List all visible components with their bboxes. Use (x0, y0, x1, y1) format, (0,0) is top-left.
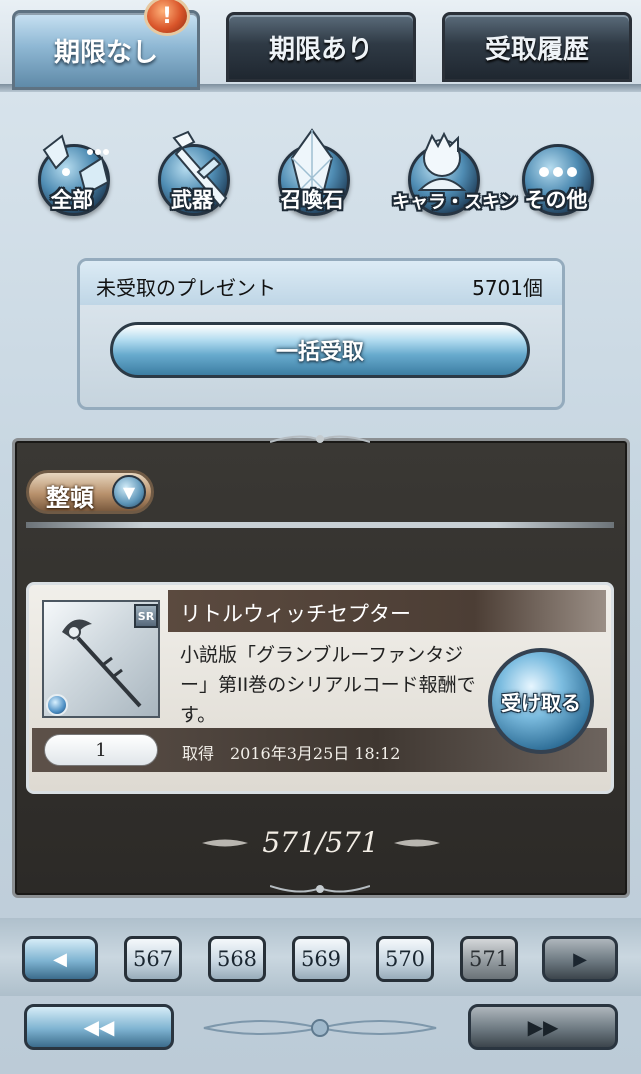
item-acquired-date: 取得 2016年3月25日 18:12 (182, 744, 401, 763)
page-567-button[interactable]: 567 (124, 936, 182, 982)
category-character-button[interactable]: キャラ・スキン (392, 128, 518, 228)
chevron-down-icon: ▼ (112, 475, 146, 509)
category-other-button[interactable]: その他 (506, 128, 606, 228)
page-568-button[interactable]: 568 (208, 936, 266, 982)
unclaimed-present-label: 未受取のプレゼント (96, 276, 276, 300)
category-all-button[interactable]: 全部 (22, 128, 122, 228)
page-571-button[interactable]: 571 (460, 936, 518, 982)
pagination-ornament (203, 1019, 437, 1037)
frame-ornament-top (270, 435, 370, 443)
category-summon-button[interactable]: 召喚石 (262, 128, 362, 228)
ornament-right (394, 839, 440, 847)
item-description: 小説版「グランブルーファンタジー」第II巻のシリアルコード報酬です。 (180, 644, 476, 726)
unclaimed-present-count: 5701個 (472, 276, 543, 300)
page-569-button[interactable]: 569 (292, 936, 350, 982)
tab-with-expiry[interactable]: 期限あり (226, 12, 416, 82)
element-icon (46, 694, 68, 716)
item-name: リトルウィッチセプター (180, 602, 411, 626)
frame-ornament-bottom (270, 885, 370, 893)
category-weapon-label: 武器 (171, 188, 213, 212)
category-all-label: 全部 (51, 188, 93, 212)
bulk-receive-button[interactable]: 一括受取 (110, 322, 530, 378)
page-570-button[interactable]: 570 (376, 936, 434, 982)
list-divider (26, 522, 614, 528)
tab-receive-history[interactable]: 受取履歴 (442, 12, 632, 82)
category-summon-label: 召喚石 (280, 188, 344, 212)
rarity-badge: SR (134, 604, 158, 628)
next-page-button[interactable]: ▶ (542, 936, 618, 982)
last-page-button[interactable]: ▶▶ (468, 1004, 618, 1050)
first-page-button[interactable]: ◀◀ (24, 1004, 174, 1050)
item-quantity: 1 (44, 734, 158, 766)
receive-button[interactable]: 受け取る (488, 648, 594, 754)
page-counter: 571/571 (262, 826, 379, 859)
prev-page-button[interactable]: ◀ (22, 936, 98, 982)
category-weapon-button[interactable]: 武器 (142, 128, 242, 228)
category-character-label: キャラ・スキン (392, 192, 518, 213)
sort-label: 整頓 (46, 484, 94, 512)
category-other-label: その他 (524, 188, 588, 212)
